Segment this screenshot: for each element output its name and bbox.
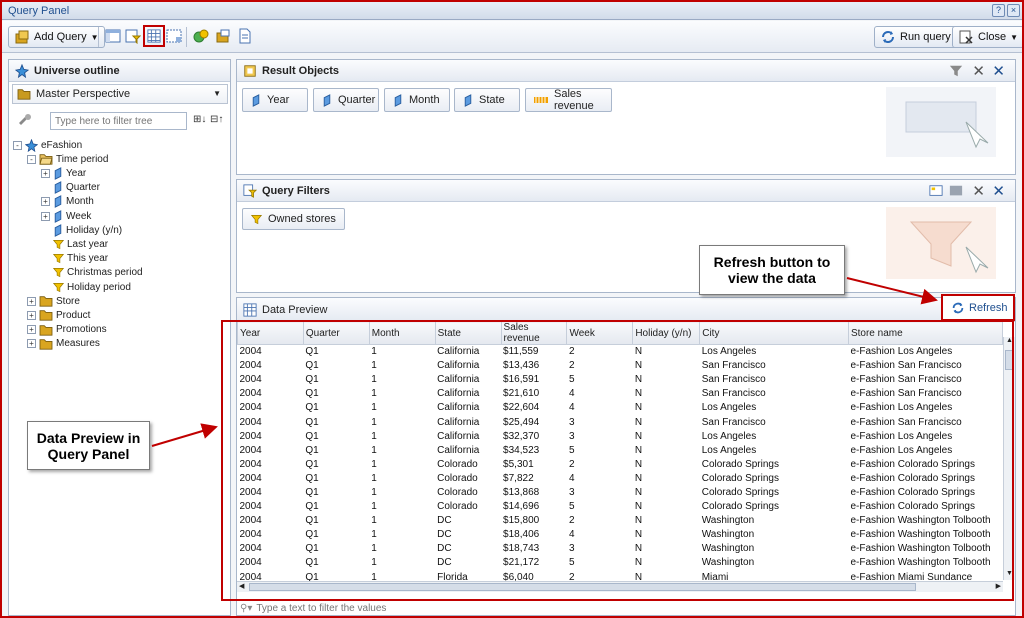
- query-panel-window: Query Panel ? × Add Query ▼ Run query Cl…: [0, 0, 1024, 618]
- refresh-arrow: [846, 277, 938, 305]
- annotation-arrows: [151, 277, 938, 447]
- preview-arrow: [151, 423, 218, 447]
